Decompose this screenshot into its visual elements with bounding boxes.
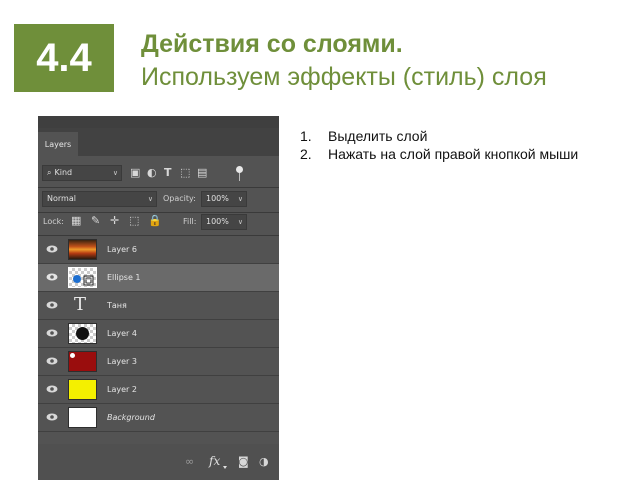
search-icon: ⌕ xyxy=(47,168,52,177)
lock-label: Lock: xyxy=(43,217,64,226)
layer-name: Layer 2 xyxy=(107,385,137,394)
panel-footer: ∞ fx ◙ ◑ xyxy=(38,444,279,480)
layers-panel: Layers ⌕ Kind ∨ ▣ ◐ T ⬚ ▤ Normal ∨ Opacity:… xyxy=(38,116,279,480)
filter-toggle-stem xyxy=(239,173,240,181)
layer-row[interactable]: Layer 2 xyxy=(38,376,279,404)
fill-label: Fill: xyxy=(183,217,197,226)
link-icon[interactable]: ∞ xyxy=(185,456,194,468)
smart-object-filter-icon[interactable]: ▤ xyxy=(197,167,207,179)
fill-input[interactable]: 100% ∨ xyxy=(201,214,247,230)
slide-number: 4.4 xyxy=(36,35,92,80)
opacity-input[interactable]: 100% ∨ xyxy=(201,191,247,207)
eye-icon[interactable] xyxy=(46,329,58,337)
eye-icon[interactable] xyxy=(46,301,58,309)
layer-thumbnail-darkred xyxy=(68,351,97,372)
eye-icon[interactable] xyxy=(46,273,58,281)
black-circle-shape xyxy=(76,327,89,340)
divider xyxy=(38,212,279,213)
layer-name: Layer 3 xyxy=(107,357,137,366)
tab-layers[interactable]: Layers xyxy=(38,132,78,156)
step-item: 2. Нажать на слой правой кнопкой мыши xyxy=(300,145,590,163)
layer-row[interactable]: Layer 6 xyxy=(38,236,279,264)
chevron-down-icon: ∨ xyxy=(237,218,243,226)
type-layer-icon: T xyxy=(74,294,87,315)
chevron-down-icon: ∨ xyxy=(237,195,243,203)
chevron-down-icon: ∨ xyxy=(112,169,118,177)
layer-thumbnail-fire xyxy=(68,239,97,260)
layer-thumbnail-ellipse xyxy=(68,267,97,288)
layer-name: Layer 6 xyxy=(107,245,137,254)
blend-mode-value: Normal xyxy=(47,194,76,203)
step-text: Выделить слой xyxy=(328,128,428,144)
layer-row[interactable]: Layer 3 xyxy=(38,348,279,376)
white-dot-shape xyxy=(70,353,75,358)
shape-layer-icon xyxy=(73,275,94,286)
type-filter-icon[interactable]: T xyxy=(164,167,172,179)
panel-top-strip xyxy=(38,116,279,128)
chevron-down-icon: ∨ xyxy=(147,195,153,203)
layer-row-selected[interactable]: Ellipse 1 xyxy=(38,264,279,292)
lock-position-icon[interactable]: ✛ xyxy=(110,215,119,227)
eye-icon[interactable] xyxy=(46,357,58,365)
layer-thumbnail-white xyxy=(68,407,97,428)
layer-name: Ellipse 1 xyxy=(107,273,141,282)
panel-tab-bar: Layers xyxy=(38,128,279,156)
step-number: 1. xyxy=(300,128,312,144)
fx-icon[interactable]: fx xyxy=(209,454,220,468)
layer-name: Таня xyxy=(107,301,127,310)
lock-artboard-icon[interactable]: ⬚ xyxy=(129,215,139,227)
adjustment-icon[interactable]: ◑ xyxy=(259,456,269,468)
layer-name: Layer 4 xyxy=(107,329,137,338)
filter-toggle-icon[interactable] xyxy=(236,166,243,173)
layer-row[interactable]: T Таня xyxy=(38,292,279,320)
opacity-label: Opacity: xyxy=(163,194,196,203)
step-text: Нажать на слой правой кнопкой мыши xyxy=(328,146,579,162)
mask-icon[interactable]: ◙ xyxy=(238,456,249,468)
lock-image-icon[interactable]: ✎ xyxy=(91,215,100,227)
eye-icon[interactable] xyxy=(46,413,58,421)
layer-name: Background xyxy=(107,413,155,422)
slide-subtitle: Используем эффекты (стиль) слоя xyxy=(141,63,547,91)
layer-row[interactable]: Layer 4 xyxy=(38,320,279,348)
fx-caret-icon xyxy=(223,466,227,469)
slide-number-badge: 4.4 xyxy=(14,24,114,92)
slide-title: Действия со слоями. xyxy=(141,30,403,58)
layer-thumbnail-yellow xyxy=(68,379,97,400)
filter-kind-label: Kind xyxy=(54,168,73,177)
layer-row[interactable]: Background xyxy=(38,404,279,432)
eye-icon[interactable] xyxy=(46,385,58,393)
filter-kind-select[interactable]: ⌕ Kind ∨ xyxy=(42,165,122,181)
lock-all-icon[interactable]: 🔒 xyxy=(148,215,162,227)
blend-mode-select[interactable]: Normal ∨ xyxy=(42,191,157,207)
opacity-value: 100% xyxy=(206,194,229,203)
divider xyxy=(38,187,279,188)
image-filter-icon[interactable]: ▣ xyxy=(130,167,140,179)
steps-list: 1. Выделить слой 2. Нажать на слой правой … xyxy=(300,127,590,163)
step-item: 1. Выделить слой xyxy=(300,127,590,145)
eye-icon[interactable] xyxy=(46,245,58,253)
adjustment-filter-icon[interactable]: ◐ xyxy=(147,167,157,179)
shape-filter-icon[interactable]: ⬚ xyxy=(180,167,190,179)
layer-thumbnail-black-circle xyxy=(68,323,97,344)
fill-value: 100% xyxy=(206,217,229,226)
step-number: 2. xyxy=(300,146,312,162)
lock-transparent-icon[interactable]: ▦ xyxy=(71,215,81,227)
